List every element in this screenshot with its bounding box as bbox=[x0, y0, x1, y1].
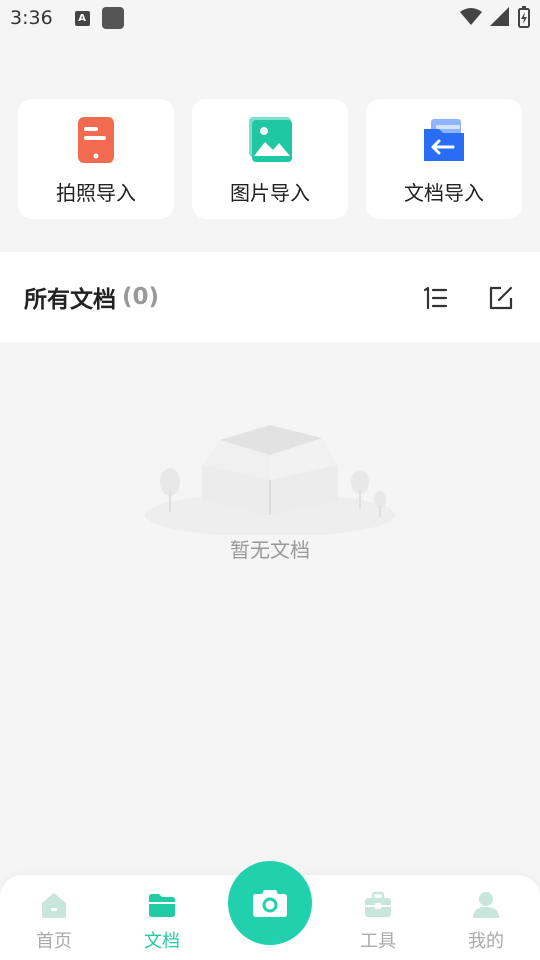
document-import-card[interactable]: 文档导入 bbox=[366, 99, 522, 219]
status-time: 3:36 bbox=[10, 7, 53, 29]
image-icon bbox=[249, 117, 292, 162]
photo-import-card[interactable]: 拍照导入 bbox=[18, 99, 174, 219]
status-indicators bbox=[460, 6, 530, 28]
documents-count: (0) bbox=[122, 284, 160, 310]
photo-import-label: 拍照导入 bbox=[56, 181, 136, 205]
folder-icon bbox=[149, 894, 175, 917]
image-import-label: 图片导入 bbox=[230, 181, 310, 205]
folder-import-icon bbox=[424, 119, 464, 161]
user-icon bbox=[473, 892, 499, 918]
documents-header: 所有文档 (0) bbox=[0, 252, 540, 342]
tab-profile-label: 我的 bbox=[468, 931, 504, 952]
notification-a-icon: A bbox=[74, 10, 90, 26]
tab-tools-label: 工具 bbox=[360, 931, 396, 952]
toolbox-icon bbox=[365, 891, 391, 917]
edit-icon[interactable] bbox=[488, 285, 514, 311]
documents-actions bbox=[422, 285, 514, 311]
notification-app-icon bbox=[101, 7, 124, 29]
sort-list-icon[interactable] bbox=[422, 285, 448, 311]
tab-documents-label: 文档 bbox=[144, 931, 180, 952]
image-import-card[interactable]: 图片导入 bbox=[192, 99, 348, 219]
empty-message: 暂无文档 bbox=[230, 538, 310, 562]
tab-tools[interactable]: 工具 bbox=[338, 889, 418, 959]
tab-home-label: 首页 bbox=[36, 931, 72, 952]
tab-profile[interactable]: 我的 bbox=[446, 889, 526, 959]
import-options: 拍照导入 图片导入 文档导入 bbox=[18, 99, 522, 219]
empty-box-illustration-icon bbox=[145, 425, 395, 535]
document-import-label: 文档导入 bbox=[404, 181, 484, 205]
camera-button[interactable] bbox=[228, 861, 312, 945]
home-icon bbox=[42, 893, 66, 918]
camera-icon bbox=[253, 890, 287, 917]
documents-title: 所有文档 bbox=[24, 287, 116, 313]
signal-icon bbox=[490, 7, 509, 26]
battery-icon bbox=[518, 6, 530, 28]
wifi-icon bbox=[460, 8, 482, 25]
phone-capture-icon bbox=[78, 117, 114, 163]
status-bar: 3:36 A bbox=[0, 0, 540, 36]
tab-home[interactable]: 首页 bbox=[14, 889, 94, 959]
tab-documents[interactable]: 文档 bbox=[122, 889, 202, 959]
empty-state: 暂无文档 bbox=[0, 342, 540, 872]
